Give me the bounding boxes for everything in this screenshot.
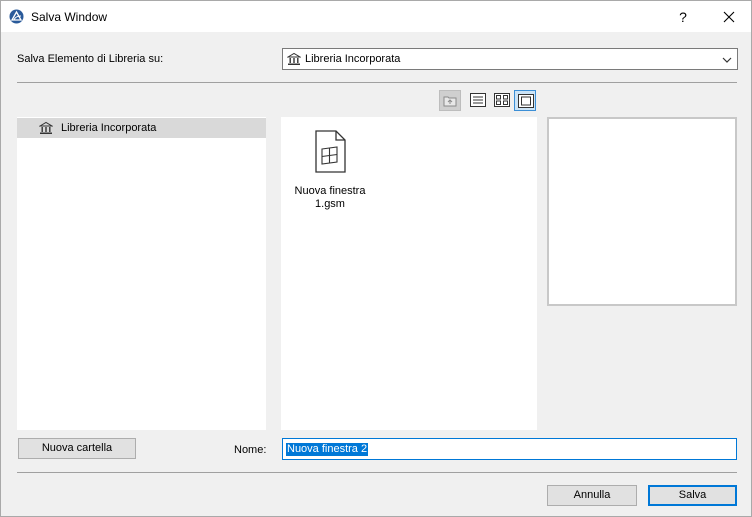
archicad-logo-icon <box>9 9 24 24</box>
title-bar: Salva Window ? <box>1 1 751 32</box>
thumbnail-view-icon <box>494 93 510 107</box>
top-divider <box>17 82 737 83</box>
folder-up-button[interactable] <box>439 90 461 111</box>
thumbnail-view-button[interactable] <box>491 90 513 111</box>
library-icon <box>38 121 54 135</box>
save-window-dialog: Salva Window ? Salva Elemento di Libreri… <box>0 0 752 517</box>
name-label: Nome: <box>234 444 267 456</box>
library-location-value: Libreria Incorporata <box>305 53 401 65</box>
folder-up-icon <box>443 96 457 107</box>
library-tree-panel[interactable]: Libreria Incorporata <box>17 117 266 430</box>
preview-view-button[interactable] <box>514 90 536 111</box>
tree-item-label: Libreria Incorporata <box>61 122 157 134</box>
cancel-button[interactable]: Annulla <box>547 485 637 506</box>
window-object-file-icon <box>312 129 348 175</box>
file-item-label: Nuova finestra 1.gsm <box>294 185 366 210</box>
file-list-panel[interactable]: Nuova finestra 1.gsm <box>281 117 537 430</box>
save-button[interactable]: Salva <box>648 485 737 506</box>
close-button[interactable] <box>713 5 745 29</box>
name-field[interactable]: Nuova finestra 2 <box>282 438 737 460</box>
help-button[interactable]: ? <box>668 5 698 29</box>
window-title: Salva Window <box>31 10 108 24</box>
list-view-button[interactable] <box>467 90 489 111</box>
save-to-label: Salva Elemento di Libreria su: <box>17 53 164 65</box>
tree-item-libreria-incorporata[interactable]: Libreria Incorporata <box>17 118 266 138</box>
preview-view-icon <box>518 94 534 108</box>
new-folder-button[interactable]: Nuova cartella <box>18 438 136 459</box>
preview-pane <box>547 117 737 306</box>
file-item[interactable]: Nuova finestra 1.gsm <box>283 127 377 217</box>
list-view-icon <box>470 93 486 107</box>
library-location-dropdown[interactable]: Libreria Incorporata <box>282 48 738 70</box>
bottom-divider <box>17 472 737 473</box>
library-icon <box>286 52 302 66</box>
chevron-down-icon <box>722 55 732 63</box>
close-icon <box>723 11 735 23</box>
name-field-value: Nuova finestra 2 <box>286 443 369 456</box>
